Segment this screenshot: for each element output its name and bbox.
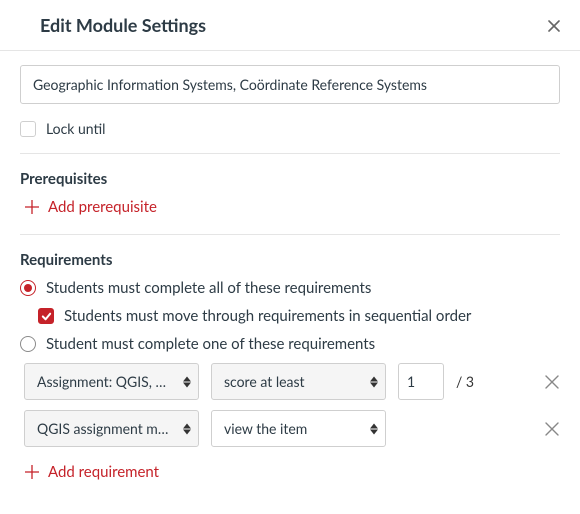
remove-requirement-button[interactable] — [544, 421, 560, 437]
add-requirement-label: Add requirement — [48, 463, 159, 481]
requirement-outof-label: / 3 — [456, 373, 474, 390]
add-prerequisite-button[interactable]: Add prerequisite — [24, 198, 157, 216]
requirement-row: Assignment: QGIS, simple map score at le… — [24, 363, 560, 400]
lock-until-label: Lock until — [46, 120, 105, 137]
lock-until-checkbox[interactable] — [20, 121, 36, 137]
requirement-score-input[interactable] — [398, 363, 444, 400]
requirement-type-select[interactable]: view the item — [211, 410, 386, 447]
requirement-item-select[interactable]: Assignment: QGIS, simple map — [24, 363, 199, 400]
add-requirement-button[interactable]: Add requirement — [24, 463, 159, 481]
requirement-row: QGIS assignment moderated view the item — [24, 410, 560, 447]
radio-complete-one[interactable] — [20, 336, 36, 352]
close-icon[interactable] — [548, 16, 560, 34]
divider — [20, 234, 560, 235]
sequential-order-label: Students must move through requirements … — [64, 307, 471, 325]
divider — [20, 153, 560, 154]
requirement-item-select[interactable]: QGIS assignment moderated — [24, 410, 199, 447]
modal-title: Edit Module Settings — [40, 14, 206, 36]
prerequisites-title: Prerequisites — [20, 170, 560, 188]
add-prerequisite-label: Add prerequisite — [48, 198, 157, 216]
requirement-type-select[interactable]: score at least — [211, 363, 386, 400]
modal-body: Lock until Prerequisites Add prerequisit… — [0, 51, 580, 503]
remove-requirement-button[interactable] — [544, 374, 560, 390]
radio-complete-all-label: Students must complete all of these requ… — [46, 279, 371, 297]
radio-complete-one-label: Student must complete one of these requi… — [46, 335, 375, 353]
sequential-order-checkbox[interactable] — [38, 308, 54, 324]
plus-icon — [24, 199, 40, 215]
requirements-title: Requirements — [20, 251, 560, 269]
module-name-input[interactable] — [20, 65, 560, 104]
plus-icon — [24, 464, 40, 480]
modal-header: Edit Module Settings — [0, 0, 580, 51]
radio-complete-all[interactable] — [20, 280, 36, 296]
